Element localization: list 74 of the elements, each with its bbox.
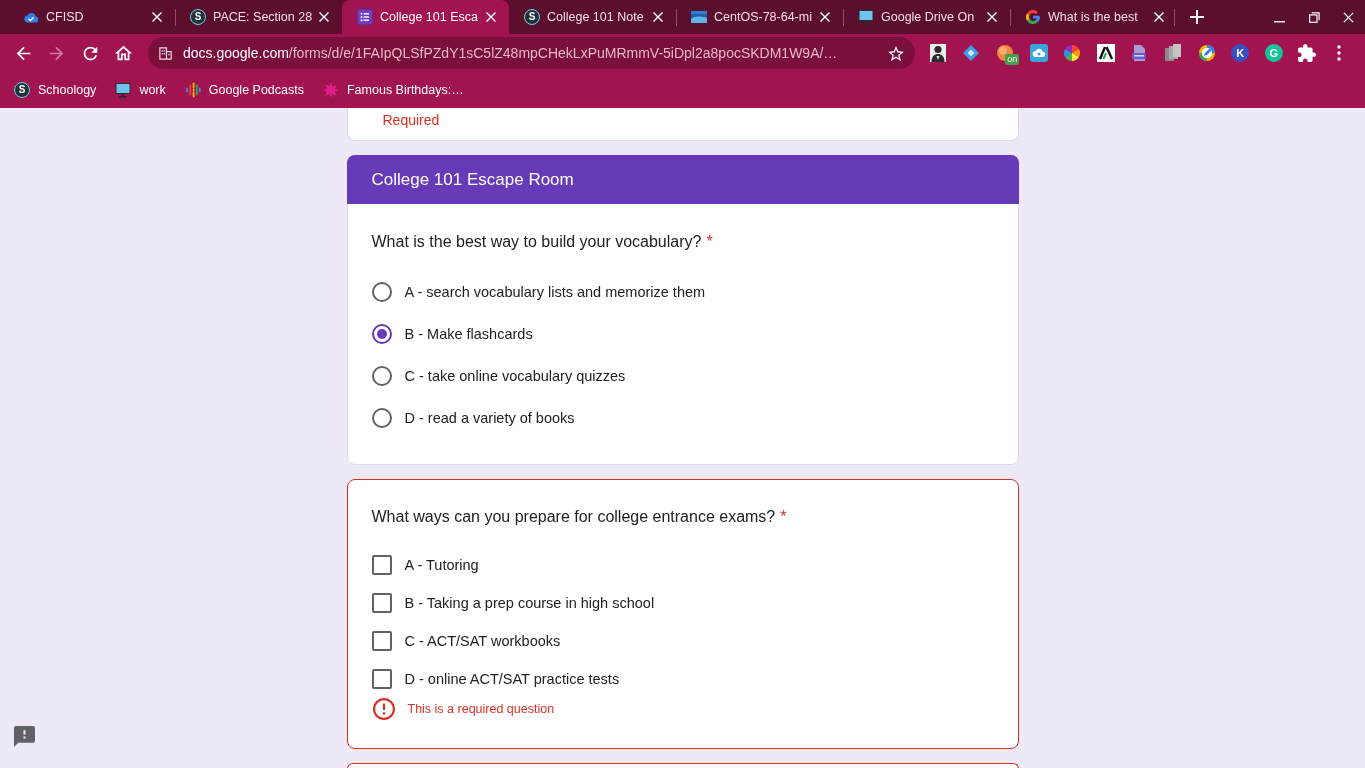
option-label: A - search vocabulary lists and memorize them: [404, 284, 706, 300]
star-burst-icon: [323, 82, 339, 98]
option-label: D - online ACT/SAT practice tests: [404, 671, 620, 687]
bookmark-link[interactable]: S Schoology: [8, 76, 103, 104]
radio-button[interactable]: [371, 324, 392, 344]
error-icon: [372, 698, 395, 720]
required-note: Required: [382, 112, 440, 128]
menu-icon[interactable]: [1337, 45, 1342, 61]
status-label: on: [1005, 54, 1020, 65]
list-icon: [357, 9, 373, 25]
minimize-icon[interactable]: [1274, 20, 1285, 23]
pages-icon[interactable]: [1163, 44, 1182, 62]
browser-tab[interactable]: Google Drive On: [843, 0, 1010, 34]
option-label: C - take online vocabulary quizzes: [404, 368, 626, 384]
close-icon[interactable]: [987, 12, 997, 22]
pencil-circle-icon[interactable]: [1197, 44, 1216, 62]
letter-logo[interactable]: K: [1231, 44, 1250, 62]
reload-icon: [81, 44, 99, 62]
slash-logo-icon[interactable]: [1096, 44, 1115, 62]
letter-logo: S: [190, 9, 206, 25]
checkbox[interactable]: [371, 555, 392, 575]
browser-tab[interactable]: S PACE: Section 28: [175, 0, 342, 34]
bookmark-link[interactable]: Google Podcasts: [178, 76, 310, 104]
option-label: B - Taking a prep course in high school: [404, 595, 655, 611]
bookmark-link[interactable]: Famous Birthdays:…: [317, 76, 470, 104]
error-message: This is a required question: [407, 702, 555, 716]
star-icon[interactable]: [888, 45, 904, 61]
checkbox[interactable]: [371, 631, 392, 651]
arrow-left-icon: [14, 44, 32, 62]
home-icon: [115, 44, 132, 62]
section-title: College 101 Escape Room: [371, 169, 574, 190]
plus-icon[interactable]: [1190, 10, 1204, 24]
browser-tab[interactable]: What is the best: [1010, 0, 1177, 34]
checkbox[interactable]: [371, 669, 392, 689]
color-wheel-icon[interactable]: [1063, 44, 1082, 62]
browser-tab[interactable]: CFISD: [8, 0, 175, 34]
diamond-icon[interactable]: [962, 44, 981, 62]
puzzle-icon[interactable]: [1298, 44, 1317, 62]
browser-tab[interactable]: CentOS-78-64-mi: [676, 0, 843, 34]
letter-logo: S: [524, 9, 540, 25]
document-icon[interactable]: [1130, 44, 1149, 62]
letter-logo: S: [14, 82, 30, 98]
monitor-icon: [115, 82, 132, 98]
option-label: B - Make flashcards: [404, 326, 533, 342]
arrow-right-icon: [48, 44, 65, 62]
close-icon[interactable]: [319, 12, 330, 22]
option-label: D - read a variety of books: [404, 410, 575, 426]
option-label: C - ACT/SAT workbooks: [404, 633, 561, 649]
monitor-icon: [858, 9, 874, 25]
page-info-icon[interactable]: [158, 45, 173, 61]
close-icon[interactable]: [152, 12, 162, 22]
close-icon[interactable]: [653, 12, 663, 22]
radio-button[interactable]: [371, 366, 392, 386]
address-field[interactable]: docs.google.com/forms/d/e/1FAIpQLSfPZdY1sC5lZ48mpCHekLxPuMRmmV-5iDpl2a8pocSKDM1W9A/…: [148, 37, 915, 69]
close-icon[interactable]: [1343, 11, 1354, 23]
character-icon[interactable]: [928, 44, 947, 62]
close-icon[interactable]: [820, 12, 830, 22]
audio-bars-icon: [184, 82, 201, 98]
checkbox[interactable]: [371, 593, 392, 613]
close-icon[interactable]: [486, 12, 496, 22]
radio-button[interactable]: [371, 408, 392, 428]
question-title: What ways can you prepare for college entrance exams? *: [371, 507, 788, 527]
radio-button[interactable]: [371, 282, 392, 302]
cloud-icon[interactable]: [1029, 44, 1048, 62]
option-label: A - Tutoring: [404, 557, 479, 573]
picture-icon: [691, 9, 707, 25]
restore-icon[interactable]: [1309, 11, 1320, 23]
close-icon[interactable]: [1154, 12, 1164, 22]
feedback-icon[interactable]: [14, 726, 35, 747]
bookmark-link[interactable]: work: [109, 76, 172, 104]
browser-tab[interactable]: College 101 Esca: [342, 0, 509, 34]
browser-tab[interactable]: S College 101 Note: [509, 0, 676, 34]
question-title: What is the best way to build your vocabulary? *: [371, 232, 714, 252]
g-logo-icon: [1025, 9, 1041, 25]
